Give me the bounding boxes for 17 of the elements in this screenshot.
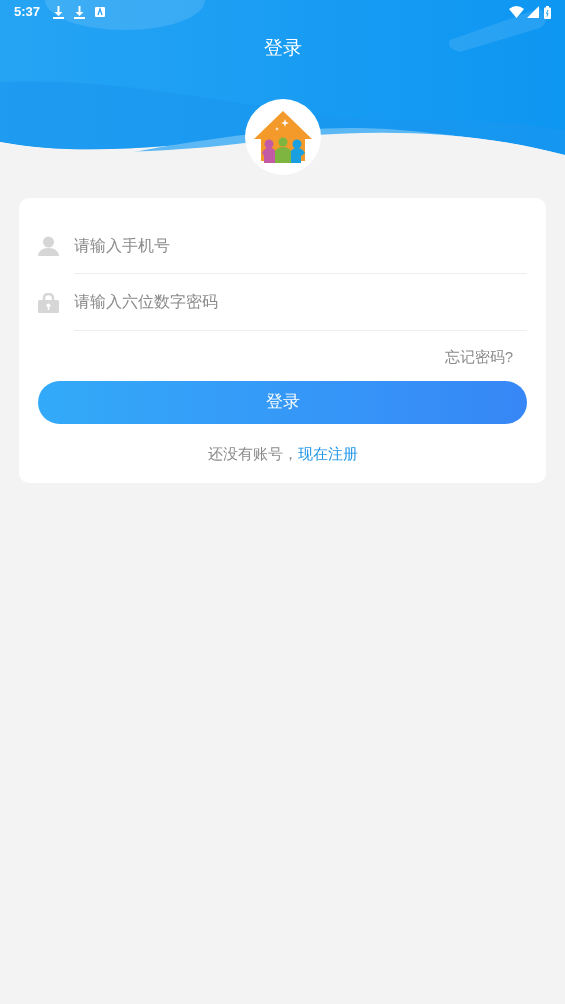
- download-icon: [74, 5, 86, 19]
- notification-icon: [95, 7, 106, 17]
- wifi-icon: [509, 6, 524, 18]
- download-icon: [53, 5, 65, 19]
- battery-icon: [544, 5, 551, 19]
- forgot-password-link[interactable]: 忘记密码?: [444, 346, 513, 369]
- register-link[interactable]: 现在注册: [297, 442, 358, 465]
- status-time: 5:37: [14, 3, 41, 22]
- page-title: 登录: [263, 36, 302, 60]
- lock-icon: [38, 292, 59, 313]
- signal-icon: [527, 6, 539, 18]
- login-button[interactable]: 登录: [38, 380, 527, 424]
- user-icon: [38, 236, 59, 256]
- phone-input[interactable]: 请输入手机号: [74, 218, 527, 274]
- logo-icon: [254, 111, 312, 163]
- password-input[interactable]: 请输入六位数字密码: [74, 274, 527, 331]
- register-prompt: 还没有账号，: [207, 443, 298, 464]
